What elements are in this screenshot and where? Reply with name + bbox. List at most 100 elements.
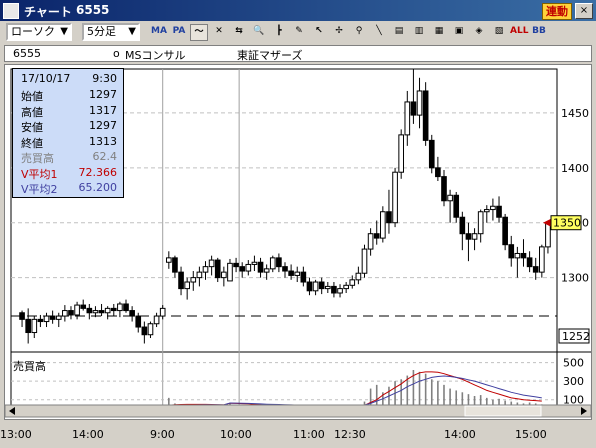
info-row: 安値 1297 [21, 119, 117, 134]
pen-button[interactable]: ✎ [290, 24, 308, 41]
candle-body [526, 257, 533, 268]
candle-body [355, 272, 362, 281]
candle-body [306, 281, 313, 292]
line-wave-button[interactable]: 〜 [190, 24, 208, 41]
tool-button-3[interactable]: ⇆ [230, 24, 248, 41]
search-button[interactable]: ⚲ [350, 24, 368, 41]
x-tick-label: 10:00 [220, 428, 252, 441]
candle-body [410, 101, 417, 116]
info-label: 終値 [21, 136, 43, 150]
list-button-2[interactable]: ▥ [410, 24, 428, 41]
candle-body [459, 216, 466, 235]
candle-body [386, 211, 392, 224]
current-price-label: 1350 [553, 217, 581, 230]
candle-body [349, 279, 356, 286]
chart-button-3[interactable]: ▧ [490, 24, 508, 41]
candle-body [92, 310, 99, 314]
candle-body [43, 315, 50, 323]
zoom-button[interactable]: 🔍 [250, 24, 268, 41]
candle-body [276, 257, 282, 268]
scrollbar-thumb [464, 405, 542, 417]
price-label-1252: 1252 [562, 330, 590, 343]
volume-title: 売買高 [13, 359, 46, 373]
candle-body [208, 259, 215, 268]
x-tick-label: 11:00 [293, 428, 325, 441]
candle-body [294, 271, 301, 276]
bb-button[interactable]: BB [530, 24, 548, 41]
info-box: 17/10/17 9:30 始値 1297 高値 1317 安値 1297 終値 1313 売買… [12, 68, 124, 198]
trend-button[interactable]: ╲ [370, 24, 388, 41]
window-code: 6555 [76, 3, 110, 17]
window-title: チャート [24, 5, 72, 19]
candle-body [380, 211, 386, 239]
cursor-button[interactable]: ↖ [310, 24, 328, 41]
candle-body [447, 194, 453, 202]
candle-body [502, 216, 508, 246]
candle-body [31, 318, 38, 334]
candle-body [233, 262, 239, 268]
candle-body [117, 303, 123, 312]
info-label: V平均1 [21, 167, 58, 181]
pa-button[interactable]: PA [170, 24, 188, 41]
list-button-1[interactable]: ▤ [390, 24, 408, 41]
candle-body [257, 261, 264, 273]
info-label: V平均2 [21, 183, 58, 196]
chevron-down-icon: ▼ [60, 26, 68, 37]
tool-button-2[interactable]: ✕ [210, 24, 228, 41]
candle-body [404, 101, 411, 136]
info-value: 1297 [89, 119, 117, 132]
candle-body [19, 312, 25, 320]
info-label: 売買高 [21, 152, 54, 165]
close-icon[interactable]: × [575, 3, 593, 19]
candle-body [435, 167, 441, 178]
linked-button[interactable]: 連動 [542, 3, 572, 20]
candle-body [453, 194, 460, 218]
candle-body [55, 315, 62, 320]
candle-body [331, 285, 337, 294]
list-button-3[interactable]: ▦ [430, 24, 448, 41]
candle-body [288, 270, 294, 276]
all-button[interactable]: ALL [510, 24, 528, 41]
candle-body [532, 266, 539, 273]
candle-body [416, 90, 423, 116]
info-value: 72.366 [78, 165, 118, 179]
x-tick-label: 14:00 [72, 428, 104, 441]
candle-body [227, 262, 233, 282]
chart-type-dropdown[interactable]: ローソク ▼ [6, 23, 72, 41]
company-name: MSコンサル [125, 49, 186, 62]
candle-body [367, 233, 374, 250]
candle-body [190, 277, 197, 283]
candle-body [74, 304, 80, 316]
app-icon [3, 3, 19, 19]
candle-body [490, 205, 496, 211]
price-tick-label: 1300 [561, 272, 589, 285]
info-row: 高値 1317 [21, 104, 117, 119]
candle-body [318, 281, 325, 290]
interval-dropdown[interactable]: 5分足 ▼ [82, 23, 140, 41]
candle-body [196, 271, 203, 279]
chart-button-1[interactable]: ▣ [450, 24, 468, 41]
candle-body [25, 318, 31, 334]
candle-body [282, 266, 288, 272]
candle-body [68, 310, 74, 316]
info-value: 62.4 [92, 150, 118, 163]
ma-button[interactable]: MA [150, 24, 168, 41]
candle-body [202, 266, 209, 273]
candle-body [147, 323, 154, 336]
x-tick-label: 12:30 [334, 428, 366, 441]
bars-button[interactable]: ┣ [270, 24, 288, 41]
title-bar: チャート 6555 連動 × [0, 0, 596, 21]
candle-body [312, 281, 319, 292]
volume-tick-label: 300 [563, 375, 584, 388]
info-label: 始値 [21, 90, 43, 103]
volume-avg1-line [22, 371, 542, 408]
candle-body [324, 285, 331, 290]
info-value: 1313 [89, 134, 117, 148]
candle-body [49, 315, 56, 320]
candle-body [172, 257, 178, 273]
candle-body [98, 310, 105, 314]
candle-body [221, 271, 227, 279]
chart-button-2[interactable]: ◈ [470, 24, 488, 41]
candle-body [80, 304, 87, 309]
cross-button[interactable]: ✢ [330, 24, 348, 41]
